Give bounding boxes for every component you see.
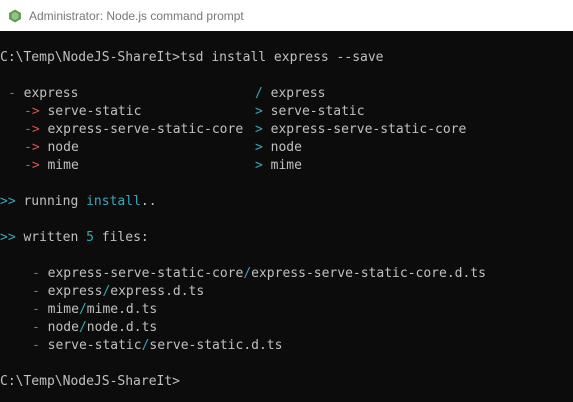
file-item: - express/express.d.ts [32,283,204,301]
prompt: C:\Temp\NodeJS-ShareIt> [0,50,181,65]
marker: >> [0,230,16,245]
arrow: -> [24,104,40,119]
tree-row-right: > node [255,139,302,157]
file-dir: serve-static [47,338,142,353]
arrow: -> [24,158,40,173]
tree-right-item: serve-static [270,104,365,119]
file-name: mime.d.ts [86,302,158,317]
tree-right-item: node [270,140,302,155]
arrow: -> [24,122,40,137]
file-bullet: - [32,266,40,281]
running-cmd: install [86,194,141,209]
tree-root-right: / express [255,85,325,103]
running-suffix: .. [140,194,157,209]
marker: >> [0,194,16,209]
tree-right-item: express-serve-static-core [270,122,467,137]
tree-row: -> node [24,139,79,157]
arrow: > [255,158,263,173]
tree-slash: / [255,86,263,101]
file-item: - serve-static/serve-static.d.ts [32,337,282,355]
written-text: written [23,230,79,245]
running-text: running [23,194,79,209]
arrow: > [255,122,263,137]
file-item: - node/node.d.ts [32,319,157,337]
tree-row: -> express-serve-static-core [24,121,243,139]
nodejs-icon [8,9,22,23]
prompt-line: C:\Temp\NodeJS-ShareIt> [0,373,180,391]
file-dir: express [47,284,103,299]
file-name: express-serve-static-core.d.ts [251,266,486,281]
file-name: express.d.ts [110,284,205,299]
tree-right-root: express [270,86,326,101]
tree-bullet: - [8,86,16,101]
tree-left-item: serve-static [47,104,142,119]
file-name: node.d.ts [86,320,158,335]
window-titlebar[interactable]: Administrator: Node.js command prompt [0,0,573,31]
tree-row: -> serve-static [24,103,141,121]
running-line: >> running install.. [0,193,157,211]
file-sep: / [78,302,87,317]
written-line: >> written 5 files: [0,229,149,247]
arrow: > [255,104,263,119]
tree-left-root: express [23,86,79,101]
terminal-output[interactable]: C:\Temp\NodeJS-ShareIt>tsd install expre… [0,31,573,402]
file-sep: / [78,320,87,335]
file-dir: node [47,320,79,335]
arrow: -> [24,140,40,155]
written-count: 5 [86,230,94,245]
file-sep: / [243,266,252,281]
tree-left-item: mime [47,158,79,173]
file-bullet: - [32,284,40,299]
window-title: Administrator: Node.js command prompt [29,8,244,23]
file-dir: express-serve-static-core [47,266,244,281]
tree-right-item: mime [270,158,302,173]
arrow: > [255,140,263,155]
file-bullet: - [32,320,40,335]
file-name: serve-static.d.ts [149,338,283,353]
command-line: C:\Temp\NodeJS-ShareIt>tsd install expre… [0,49,384,67]
written-suffix: files: [101,230,149,245]
tree-row: -> mime [24,157,79,175]
file-dir: mime [47,302,79,317]
file-item: - express-serve-static-core/express-serv… [32,265,486,283]
tree-row-right: > express-serve-static-core [255,121,466,139]
tree-row-right: > serve-static [255,103,365,121]
file-item: - mime/mime.d.ts [32,301,157,319]
file-bullet: - [32,302,40,317]
tree-root-row: - express [0,85,78,103]
command-text: tsd install express --save [180,50,384,65]
file-bullet: - [32,338,40,353]
tree-left-item: express-serve-static-core [47,122,244,137]
tree-left-item: node [47,140,79,155]
prompt: C:\Temp\NodeJS-ShareIt> [0,374,181,389]
tree-row-right: > mime [255,157,302,175]
